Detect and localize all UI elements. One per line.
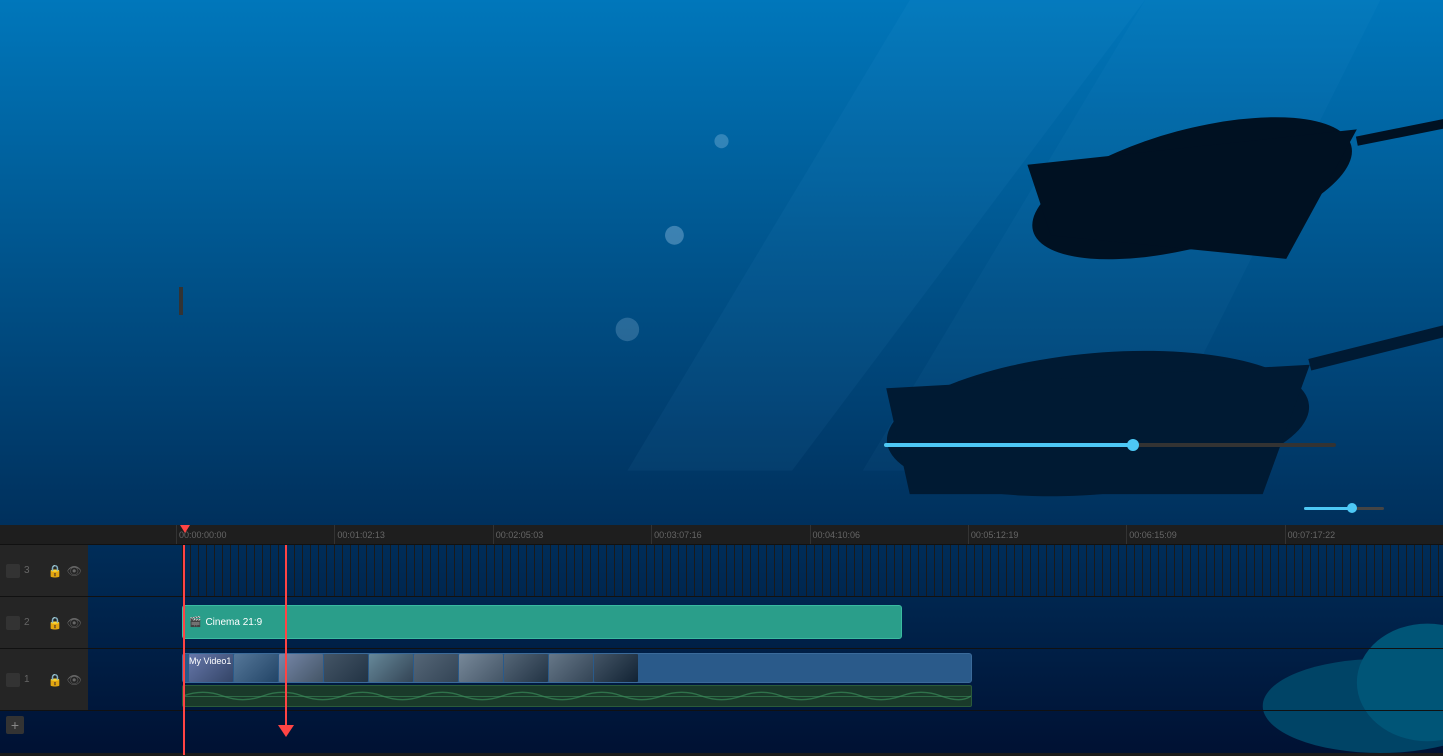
playhead-triangle (180, 525, 190, 533)
track-3-icons: 3 (6, 564, 30, 578)
thumb-2 (234, 654, 278, 682)
track-1: 1 🔒 👁 (0, 649, 1443, 711)
track-header-2: 2 🔒 👁 (0, 597, 88, 648)
drag-line (285, 545, 287, 725)
track-2-grid-icon (6, 616, 20, 630)
thumb-7 (459, 654, 503, 682)
ruler-mark-0: 00:00:00:00 (176, 525, 334, 544)
preview-frame (803, 82, 1443, 427)
playhead-line (183, 545, 185, 755)
track-3-grid-icon (6, 564, 20, 578)
thumb-8 (504, 654, 548, 682)
track-1-eye-button[interactable]: 👁 (67, 673, 82, 687)
ruler-mark-6: 00:06:15:09 (1126, 525, 1284, 544)
preview-svg (803, 82, 1443, 427)
cinema-clip-icon: 🎬 (189, 617, 201, 628)
track-1-controls: 🔒 👁 (48, 673, 82, 687)
ruler-mark-2: 00:02:05:03 (493, 525, 651, 544)
track-1-lock-button[interactable]: 🔒 (48, 673, 63, 687)
progress-fill (884, 443, 1133, 447)
track-2-lock-button[interactable]: 🔒 (48, 616, 63, 630)
track-header-3: 3 🔒 👁 (0, 545, 88, 596)
track-3-lock-button[interactable]: 🔒 (48, 564, 63, 578)
track-3: 3 🔒 👁 (0, 545, 1443, 597)
track-2-eye-button[interactable]: 👁 (67, 616, 82, 630)
zoom-fill (1304, 507, 1352, 510)
ruler-mark-5: 00:05:12:19 (968, 525, 1126, 544)
track-header-1: 1 🔒 👁 (0, 649, 88, 710)
track-1-number: 1 (24, 674, 30, 685)
ruler-mark-4: 00:04:10:06 (810, 525, 968, 544)
video-clip[interactable]: My Video1 (182, 653, 972, 683)
waveform-line (183, 696, 971, 697)
ruler-mark-7: 00:07:17:22 (1285, 525, 1443, 544)
zoom-slider[interactable] (1304, 507, 1384, 510)
track-2-number: 2 (24, 617, 30, 628)
track-1-icons: 1 (6, 673, 30, 687)
track-2: 2 🔒 👁 🎬 Cinema 21:9 (0, 597, 1443, 649)
preview-area: ⏮ ◀◀ ▶ ⏹ { } 00:00:29:02 ⊡ 📷 🔊 ⛶ (803, 82, 1443, 491)
thumb-5 (369, 654, 413, 682)
track-1-grid-icon (6, 673, 20, 687)
preview-video (803, 82, 1443, 427)
playhead-indicator (180, 525, 190, 533)
video-clip-label: My Video1 (189, 656, 231, 666)
progress-bar[interactable] (884, 443, 1336, 447)
timeline-area: ↩ ↪ 🗑 ✂ ≡ 🛡 🎤 ⧉ [ ] − + ⊕ ⏸ 00:00:00:00 … (0, 491, 1443, 755)
add-track-row[interactable]: + (0, 711, 1443, 739)
timeline-ruler: 00:00:00:00 00:01:02:13 00:02:05:03 00:0… (0, 525, 1443, 545)
audio-waveform (182, 685, 972, 707)
ruler-mark-3: 00:03:07:16 (651, 525, 809, 544)
video-clip-thumbnails (189, 654, 638, 682)
add-track-icon[interactable]: + (6, 716, 24, 734)
ruler-marks-container: 00:00:00:00 00:01:02:13 00:02:05:03 00:0… (176, 525, 1443, 544)
thumb-9 (549, 654, 593, 682)
thumb-10 (594, 654, 638, 682)
progress-knob[interactable] (1127, 439, 1139, 451)
drag-arrow (278, 545, 294, 737)
ruler-mark-1: 00:01:02:13 (334, 525, 492, 544)
track-3-eye-button[interactable]: 👁 (67, 564, 82, 578)
zoom-knob[interactable] (1347, 503, 1357, 513)
track-2-controls: 🔒 👁 (48, 616, 82, 630)
track-2-icons: 2 (6, 616, 30, 630)
drag-arrowhead (278, 725, 294, 737)
track-3-number: 3 (24, 565, 30, 576)
cinema-clip-label: Cinema 21:9 (205, 617, 262, 628)
track-3-empty (182, 545, 1443, 596)
thumb-6 (414, 654, 458, 682)
thumb-4 (324, 654, 368, 682)
track-3-controls: 🔒 👁 (48, 564, 82, 578)
timeline-tracks: 3 🔒 👁 2 🔒 👁 (0, 545, 1443, 755)
